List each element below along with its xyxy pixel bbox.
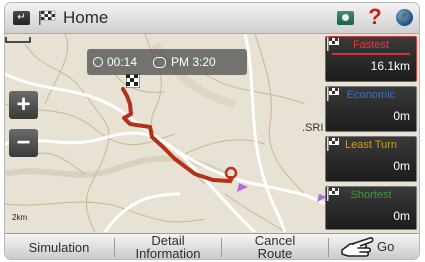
flag-icon [327,87,339,101]
help-icon[interactable]: ? [367,6,383,28]
simulation-label: Simulation [28,239,90,255]
route-info-box: 00:14 PM 3:20 [87,49,247,75]
route-option-distance: 0m [393,109,410,123]
go-button[interactable]: Go [330,234,419,259]
route-option-economic[interactable]: Economic 0m [325,86,417,132]
divider [221,238,222,257]
sd-card-icon[interactable] [337,11,354,25]
clock-icon [93,57,103,67]
scale-label: 2km [12,213,28,222]
cancel-label-line2: Route [257,246,293,259]
go-label: Go [377,239,395,254]
zoom-in-button[interactable]: + [9,91,38,119]
divider [328,238,329,257]
map-place-label: .SRI [302,122,324,134]
eta-time: 00:14 [107,55,138,69]
zoom-out-button[interactable]: − [9,129,38,157]
start-flag-icon [126,74,140,88]
detail-label-line2: Information [135,246,201,259]
route-option-distance: 16.1km [370,59,410,73]
route-option-fastest[interactable]: Fastest 16.1km [325,36,417,82]
arrival-icon [153,57,166,68]
pointing-hand-icon [341,237,374,257]
page-title: Home [63,8,109,27]
detail-information-button[interactable]: Detail Information [116,234,220,259]
simulation-button[interactable]: Simulation [5,234,113,259]
divider [114,238,115,257]
cancel-route-button[interactable]: Cancel Route [223,234,327,259]
top-bar: ↵ Home ? [5,3,419,34]
checkered-flag-icon [39,10,56,25]
route-option-least-turn[interactable]: Least Turn 0m [325,136,417,182]
arrival-time: PM 3:20 [171,55,216,69]
navigation-screen: ↵ Home ? 00:14 PM 3:20 + − .SRI 2km Fast… [5,3,419,259]
route-option-distance: 0m [393,209,410,223]
back-arrow-icon[interactable]: ↵ [13,11,30,25]
flag-icon [327,187,339,201]
route-option-distance: 0m [393,159,410,173]
flag-icon [327,37,339,51]
scale-bar [5,37,31,43]
globe-icon[interactable] [396,9,413,26]
bottom-bar: Simulation Detail Information Cancel Rou… [5,233,419,259]
flag-icon [327,137,339,151]
map-view[interactable]: 00:14 PM 3:20 + − .SRI 2km Fastest 16.1k… [5,34,419,232]
